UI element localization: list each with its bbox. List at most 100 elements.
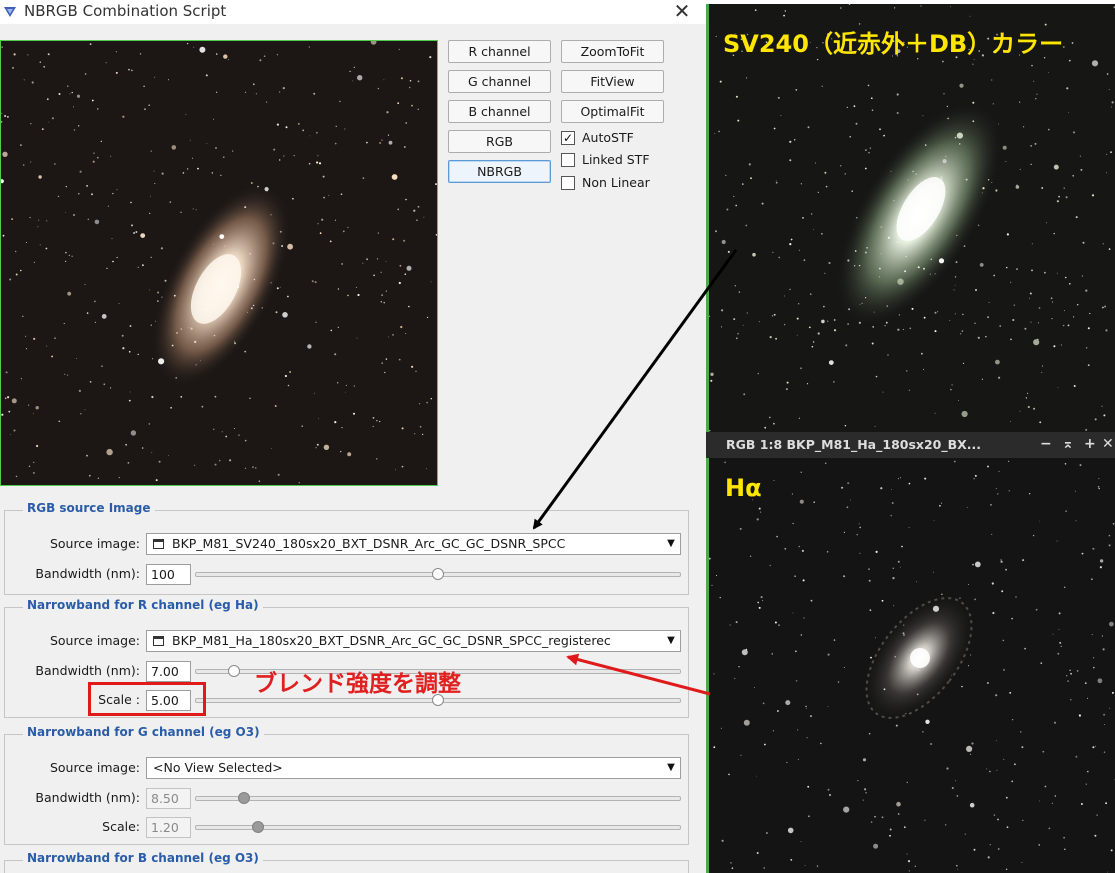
nb-r-bandwidth-input[interactable]: 7.00 xyxy=(146,661,191,682)
star xyxy=(252,466,254,468)
star xyxy=(298,482,300,484)
star xyxy=(977,336,980,339)
star xyxy=(337,288,339,290)
nb-g-scale-slider[interactable] xyxy=(195,825,681,830)
star xyxy=(854,265,856,267)
star xyxy=(738,666,740,668)
zoom-to-fit-button[interactable]: ZoomToFit xyxy=(561,40,664,63)
non-linear-checkbox[interactable]: Non Linear xyxy=(561,174,671,192)
title-bar[interactable]: NBRGB Combination Script ✕ xyxy=(0,0,706,24)
star xyxy=(430,281,432,283)
star xyxy=(997,493,999,495)
star xyxy=(1067,680,1069,682)
star xyxy=(906,853,908,855)
minimize-icon[interactable]: − xyxy=(1040,436,1052,452)
rgb-bandwidth-input[interactable]: 100 xyxy=(146,564,191,585)
star xyxy=(373,274,375,277)
star xyxy=(882,391,884,393)
b-channel-button[interactable]: B channel xyxy=(448,100,551,123)
optimal-fit-button[interactable]: OptimalFit xyxy=(561,100,664,123)
r-channel-button[interactable]: R channel xyxy=(448,40,551,63)
star xyxy=(934,412,936,414)
star xyxy=(724,461,726,464)
star xyxy=(940,176,943,178)
star xyxy=(379,420,381,423)
star xyxy=(376,458,378,460)
star xyxy=(808,815,810,818)
preview-image[interactable] xyxy=(0,40,438,486)
star xyxy=(1103,713,1106,716)
close-icon[interactable]: ✕ xyxy=(1102,436,1114,452)
nbrgb-dialog: NBRGB Combination Script ✕ R channel G c… xyxy=(0,0,706,873)
star xyxy=(353,412,355,415)
nb-g-scale-input[interactable]: 1.20 xyxy=(146,817,191,838)
nb-g-bandwidth-slider[interactable] xyxy=(195,796,681,801)
star xyxy=(963,245,966,248)
nbrgb-button[interactable]: NBRGB xyxy=(448,160,551,183)
star xyxy=(215,147,217,149)
shade-icon[interactable]: ⌅ xyxy=(1062,436,1074,452)
star xyxy=(33,472,35,474)
star xyxy=(314,281,317,284)
linked-stf-checkbox[interactable]: Linked STF xyxy=(561,151,671,169)
star xyxy=(995,488,997,490)
sv240-color-image-view[interactable]: SV240（近赤外＋DB）カラー xyxy=(706,4,1115,432)
star xyxy=(798,417,800,419)
star xyxy=(856,217,858,219)
star xyxy=(889,828,892,831)
maximize-icon[interactable]: + xyxy=(1084,436,1096,452)
image-window-titlebar[interactable]: RGB 1:8 BKP_M81_Ha_180sx20_BX... − ⌅ + ✕ xyxy=(706,432,1115,458)
star xyxy=(103,383,106,386)
star xyxy=(244,439,247,442)
star xyxy=(1102,243,1104,245)
rgb-button[interactable]: RGB xyxy=(448,130,551,153)
star xyxy=(122,347,125,350)
rgb-bandwidth-slider-handle[interactable] xyxy=(432,568,444,580)
star xyxy=(65,260,67,262)
nb-g-bandwidth-slider-handle[interactable] xyxy=(237,792,250,804)
star xyxy=(229,459,232,462)
auto-stf-checkbox[interactable]: ✓ AutoSTF xyxy=(561,129,671,147)
star xyxy=(330,329,333,332)
close-icon[interactable]: ✕ xyxy=(668,0,696,22)
star xyxy=(15,273,18,276)
star xyxy=(908,482,911,485)
star xyxy=(80,413,82,415)
star xyxy=(924,477,927,480)
star xyxy=(154,76,156,78)
star xyxy=(773,422,775,425)
star xyxy=(23,79,25,81)
star xyxy=(319,232,322,235)
star xyxy=(381,139,383,141)
nb-r-source-image-select[interactable]: BKP_M81_Ha_180sx20_BXT_DSNR_Arc_GC_GC_DS… xyxy=(146,630,681,652)
star xyxy=(426,468,428,470)
star xyxy=(158,460,161,463)
star xyxy=(1038,844,1040,846)
star xyxy=(155,320,156,322)
star xyxy=(321,218,324,221)
star xyxy=(13,53,16,56)
star xyxy=(950,6,951,8)
star xyxy=(805,705,807,708)
nb-r-bandwidth-slider-handle[interactable] xyxy=(227,665,240,677)
star xyxy=(721,839,724,842)
star xyxy=(9,434,11,435)
rgb-source-image-select[interactable]: BKP_M81_SV240_180sx20_BXT_DSNR_Arc_GC_GC… xyxy=(146,533,681,555)
g-channel-button[interactable]: G channel xyxy=(448,70,551,93)
star xyxy=(356,337,358,339)
star xyxy=(907,179,909,181)
nb-g-bandwidth-input[interactable]: 8.50 xyxy=(146,788,191,809)
star xyxy=(129,325,132,327)
fit-view-button[interactable]: FitView xyxy=(561,70,664,93)
star xyxy=(769,416,771,419)
star xyxy=(794,139,796,141)
star xyxy=(869,609,872,612)
star xyxy=(786,381,789,384)
star xyxy=(1015,596,1017,598)
nb-g-source-image-select[interactable]: <No View Selected> ▼ xyxy=(146,757,681,779)
star xyxy=(915,173,917,175)
star xyxy=(961,410,968,418)
star xyxy=(789,288,791,291)
star xyxy=(1110,849,1113,852)
ha-image-view[interactable]: Hα xyxy=(706,458,1115,873)
